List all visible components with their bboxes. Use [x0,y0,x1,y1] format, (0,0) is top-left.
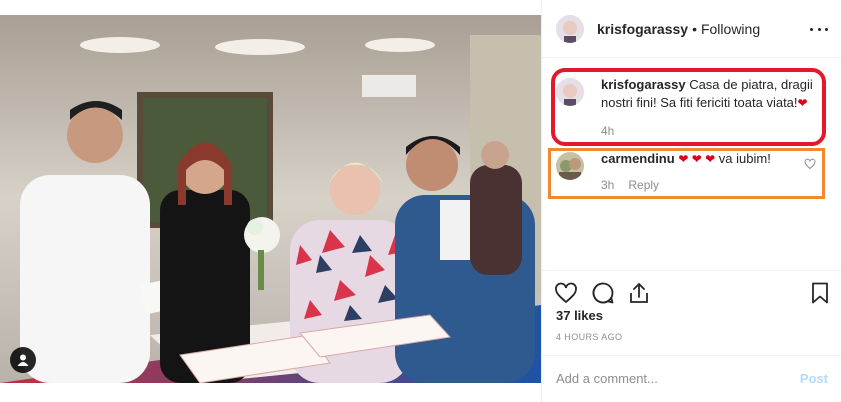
comment-like-icon[interactable] [804,157,816,175]
share-icon[interactable] [627,281,651,305]
post-comment-button[interactable]: Post [800,371,828,386]
post-timestamp[interactable]: 4 HOURS AGO [556,332,622,342]
dot-icon [817,27,821,31]
avatar-image [556,14,584,43]
comment-icon[interactable] [591,281,615,305]
heart-outline-icon [804,158,816,170]
comment-item: carmendinu ❤ ❤ ❤ va iubim! 3h Reply [556,150,826,194]
avatar-image [556,78,584,106]
avatar[interactable] [556,14,584,43]
comment-time[interactable]: 3h [601,176,614,194]
comment-text: va iubim! [718,151,771,166]
heart-emoji-icon: ❤ ❤ ❤ [678,152,716,166]
post-sidebar: krisfogarassy • Following krisfogarassy … [541,0,841,402]
comment-item: krisfogarassy Casa de piatra, dragii nos… [556,76,826,140]
bookmark-icon[interactable] [808,281,832,305]
post-photo[interactable] [0,15,541,383]
ellipsis-icon[interactable] [810,20,828,38]
comment-time[interactable]: 4h [601,122,614,140]
header-separator: • [692,20,697,37]
post-author-username[interactable]: krisfogarassy [597,21,688,37]
heart-outline-icon[interactable] [554,281,578,305]
avatar[interactable] [556,78,584,106]
add-comment-section: Add a comment... Post [542,355,841,402]
dot-icon [825,27,828,31]
avatar[interactable] [556,152,584,180]
likes-count[interactable]: 37 likes [556,308,603,323]
person-icon [17,354,29,366]
post-header: krisfogarassy • Following [542,0,841,58]
comment-username[interactable]: carmendinu [601,151,675,166]
reply-button[interactable]: Reply [628,176,659,194]
post-actions-bar [542,270,841,310]
post-photo-illustration [0,15,541,383]
comment-username[interactable]: krisfogarassy [601,77,686,92]
follow-status-button[interactable]: Following [701,21,760,37]
add-comment-input[interactable]: Add a comment... [556,371,658,386]
user-tag-icon[interactable] [10,347,36,373]
avatar-image [556,152,584,180]
heart-emoji-icon: ❤ [797,96,808,110]
dot-icon [810,27,813,31]
